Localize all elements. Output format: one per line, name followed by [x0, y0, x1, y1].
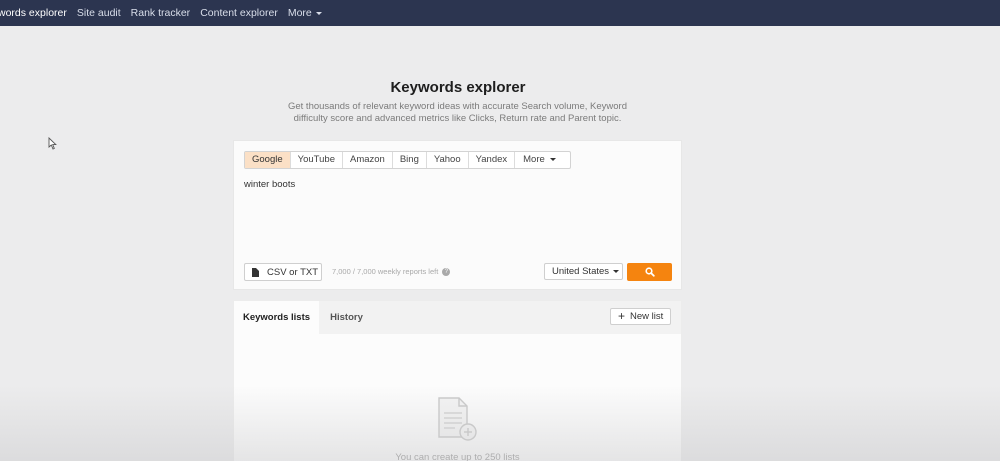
caret-down-icon: [613, 269, 620, 273]
file-icon: [252, 267, 259, 277]
engine-youtube[interactable]: YouTube: [291, 152, 343, 168]
search-button[interactable]: [627, 263, 672, 281]
engine-bing[interactable]: Bing: [393, 152, 427, 168]
upload-csv-label: CSV or TXT: [267, 266, 319, 278]
engine-google[interactable]: Google: [245, 152, 291, 168]
search-icon: [644, 267, 655, 277]
engine-more-dropdown[interactable]: More: [515, 152, 570, 168]
lists-tabs: Keywords lists History + New list: [234, 301, 681, 334]
engine-yahoo[interactable]: Yahoo: [427, 152, 469, 168]
upload-csv-button[interactable]: CSV or TXT: [244, 263, 322, 281]
page-title: Keywords explorer: [390, 79, 526, 96]
tab-history[interactable]: History: [319, 301, 374, 334]
plus-icon: +: [618, 309, 626, 323]
engine-amazon[interactable]: Amazon: [343, 152, 393, 168]
engine-yandex[interactable]: Yandex: [469, 152, 516, 168]
top-nav: words explorer Site audit Rank tracker C…: [0, 0, 1000, 26]
reports-left: 7,000 / 7,000 weekly reports left?: [332, 267, 451, 277]
new-list-label: New list: [630, 311, 664, 322]
nav-more[interactable]: More: [288, 7, 322, 19]
caret-down-icon: [315, 11, 322, 15]
nav-content-explorer[interactable]: Content explorer: [200, 7, 278, 19]
mouse-cursor-icon: [48, 137, 57, 150]
reports-left-text: 7,000 / 7,000 weekly reports left: [332, 267, 439, 276]
caret-down-icon: [549, 157, 556, 161]
tab-keywords-lists[interactable]: Keywords lists: [234, 301, 319, 334]
page-subtitle: Get thousands of relevant keyword ideas …: [287, 101, 627, 124]
country-select-value: United States: [552, 266, 610, 277]
nav-keywords-explorer[interactable]: words explorer: [0, 7, 67, 19]
search-panel: Google YouTube Amazon Bing Yahoo Yandex …: [233, 140, 682, 290]
keywords-textarea[interactable]: winter boots: [244, 179, 664, 190]
country-select[interactable]: United States: [544, 263, 623, 280]
document-add-icon: [438, 397, 477, 441]
help-icon[interactable]: ?: [442, 268, 451, 277]
nav-rank-tracker[interactable]: Rank tracker: [131, 7, 191, 19]
search-engine-tabs: Google YouTube Amazon Bing Yahoo Yandex …: [244, 151, 571, 169]
engine-more-label: More: [523, 154, 545, 165]
new-list-button[interactable]: + New list: [610, 308, 671, 325]
nav-more-label: More: [287, 7, 312, 19]
nav-site-audit[interactable]: Site audit: [77, 7, 121, 19]
empty-lists-text: You can create up to 250 lists: [395, 452, 520, 461]
keywords-lists-panel: Keywords lists History + New list You can…: [233, 300, 682, 461]
